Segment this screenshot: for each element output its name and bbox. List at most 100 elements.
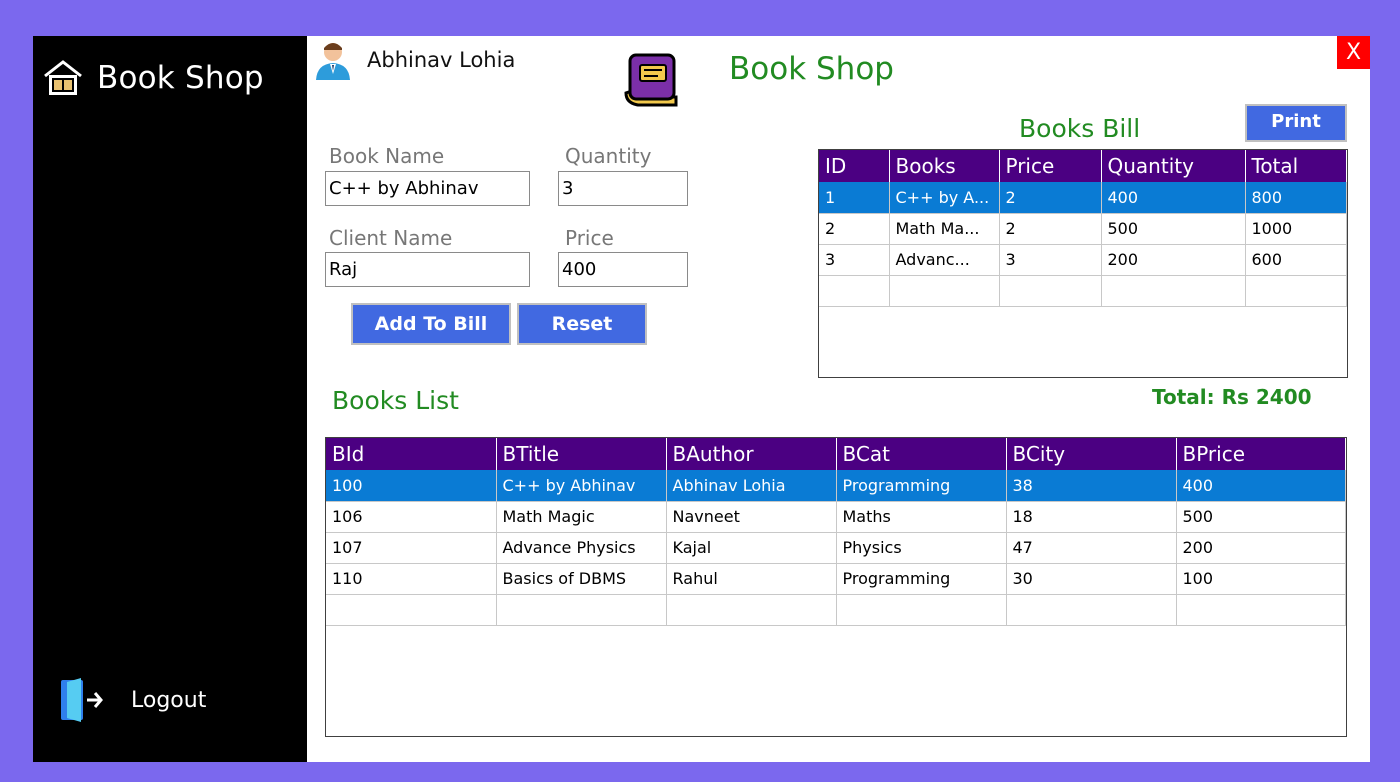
bill-cell[interactable] [999,275,1102,307]
logout-button[interactable]: Logout [59,676,206,724]
books-cell[interactable]: 400 [1176,470,1346,502]
bill-title: Books Bill [1019,114,1141,143]
books-header-row: BId BTitle BAuthor BCat BCity BPrice [326,438,1346,470]
logout-label: Logout [131,687,207,713]
books-cell[interactable] [836,594,1007,626]
bill-total: Total: Rs 2400 [1152,385,1312,409]
add-to-bill-button[interactable]: Add To Bill [351,303,511,345]
user-info: Abhinav Lohia [313,40,515,80]
books-cell[interactable]: 100 [326,470,497,502]
bill-row[interactable]: 3 Advanc... 3 200 600 [819,244,1347,276]
price-field[interactable] [558,252,688,287]
books-cell[interactable] [1006,594,1177,626]
books-cell[interactable]: C++ by Abhinav [496,470,667,502]
bill-cell[interactable]: 3 [999,244,1102,276]
books-cell[interactable]: Physics [836,532,1007,564]
books-col-btitle[interactable]: BTitle [496,438,667,470]
books-new-row[interactable] [326,594,1346,626]
books-cell[interactable]: 38 [1006,470,1177,502]
bill-col-id[interactable]: ID [819,150,890,182]
bill-cell[interactable]: 2 [999,213,1102,245]
bill-cell[interactable] [1245,275,1347,307]
bill-col-quantity[interactable]: Quantity [1101,150,1246,182]
books-cell[interactable]: 100 [1176,563,1346,595]
books-cell[interactable]: Advance Physics [496,532,667,564]
books-cell[interactable]: 18 [1006,501,1177,533]
bill-cell[interactable]: 1 [819,182,890,214]
bill-cell[interactable]: 200 [1101,244,1246,276]
books-list-title: Books List [332,386,459,415]
print-button[interactable]: Print [1245,104,1347,142]
bill-row[interactable]: 1 C++ by A... 2 400 800 [819,182,1347,214]
books-row[interactable]: 100 C++ by Abhinav Abhinav Lohia Program… [326,470,1346,502]
reset-button[interactable]: Reset [517,303,647,345]
books-cell[interactable] [496,594,667,626]
main-panel: X Abhinav Lohia Book Shop Book Name Quan… [307,36,1370,762]
bill-header-row: ID Books Price Quantity Total [819,150,1347,182]
bill-cell[interactable]: 1000 [1245,213,1347,245]
bill-row[interactable]: 2 Math Ma... 2 500 1000 [819,213,1347,245]
books-cell[interactable]: Programming [836,470,1007,502]
quantity-label: Quantity [565,144,652,168]
bill-cell[interactable]: 400 [1101,182,1246,214]
bill-table[interactable]: ID Books Price Quantity Total 1 C++ by A… [818,149,1348,378]
bill-cell[interactable]: C++ by A... [889,182,1000,214]
bill-col-total[interactable]: Total [1245,150,1347,182]
books-cell[interactable]: 500 [1176,501,1346,533]
books-cell[interactable]: Basics of DBMS [496,563,667,595]
bill-cell[interactable] [1101,275,1246,307]
books-cell[interactable]: Maths [836,501,1007,533]
books-cell[interactable]: 200 [1176,532,1346,564]
bill-cell[interactable]: 3 [819,244,890,276]
books-col-bprice[interactable]: BPrice [1176,438,1346,470]
sidebar: Book Shop Logout [33,36,307,762]
bill-new-row[interactable] [819,275,1347,307]
bill-cell[interactable] [819,275,890,307]
books-cell[interactable] [326,594,497,626]
books-cell[interactable]: Navneet [666,501,837,533]
bill-col-books[interactable]: Books [889,150,1000,182]
bill-cell[interactable]: Advanc... [889,244,1000,276]
sidebar-title: Book Shop [97,60,264,96]
books-cell[interactable]: 110 [326,563,497,595]
sidebar-brand: Book Shop [43,56,264,100]
books-cell[interactable] [1176,594,1346,626]
bill-col-price[interactable]: Price [999,150,1102,182]
bill-cell[interactable]: 2 [819,213,890,245]
client-name-field[interactable] [325,252,530,287]
bill-cell[interactable]: 2 [999,182,1102,214]
books-col-bid[interactable]: BId [326,438,497,470]
books-cell[interactable]: Rahul [666,563,837,595]
books-col-bcity[interactable]: BCity [1006,438,1177,470]
books-col-bauthor[interactable]: BAuthor [666,438,837,470]
bill-cell[interactable]: Math Ma... [889,213,1000,245]
books-cell[interactable]: Programming [836,563,1007,595]
books-cell[interactable]: Math Magic [496,501,667,533]
client-name-label: Client Name [329,226,453,250]
books-cell[interactable]: 107 [326,532,497,564]
bill-cell[interactable] [889,275,1000,307]
logout-icon [61,678,103,722]
books-row[interactable]: 110 Basics of DBMS Rahul Programming 30 … [326,563,1346,595]
books-cell[interactable]: 30 [1006,563,1177,595]
user-name: Abhinav Lohia [367,48,516,72]
books-cell[interactable] [666,594,837,626]
books-cell[interactable]: 106 [326,501,497,533]
books-cell[interactable]: Abhinav Lohia [666,470,837,502]
app-window: Book Shop Logout X Abhinav Lohia Book Sh… [33,36,1370,762]
user-avatar-icon [316,43,350,80]
books-row[interactable]: 106 Math Magic Navneet Maths 18 500 [326,501,1346,533]
books-table[interactable]: BId BTitle BAuthor BCat BCity BPrice 100… [325,437,1347,737]
app-title: Book Shop [729,51,894,87]
bill-cell[interactable]: 800 [1245,182,1347,214]
books-cell[interactable]: 47 [1006,532,1177,564]
bill-cell[interactable]: 500 [1101,213,1246,245]
price-label: Price [565,226,614,250]
bill-cell[interactable]: 600 [1245,244,1347,276]
books-col-bcat[interactable]: BCat [836,438,1007,470]
book-name-field[interactable] [325,171,530,206]
books-row[interactable]: 107 Advance Physics Kajal Physics 47 200 [326,532,1346,564]
quantity-field[interactable] [558,171,688,206]
books-cell[interactable]: Kajal [666,532,837,564]
close-button[interactable]: X [1337,36,1370,69]
